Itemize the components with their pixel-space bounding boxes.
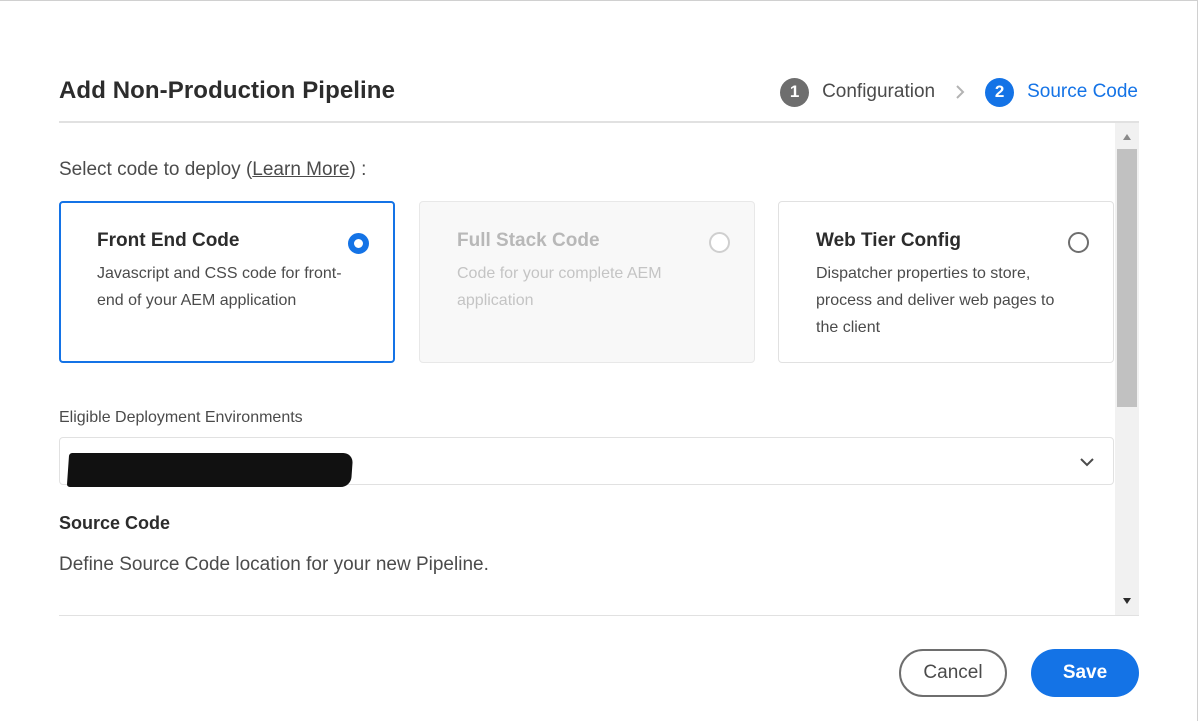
option-card-front-end[interactable]: Front End Code Javascript and CSS code f…: [59, 201, 395, 363]
step-indicator: 1 Configuration 2 Source Code: [780, 77, 1138, 107]
option-description: Code for your complete AEM application: [457, 265, 662, 309]
select-code-label: Select code to deploy (Learn More) :: [59, 159, 366, 181]
step-configuration[interactable]: 1 Configuration: [780, 77, 936, 107]
step-source-code[interactable]: 2 Source Code: [985, 77, 1138, 107]
radio-button-selected[interactable]: [348, 233, 369, 254]
scrollbar-thumb[interactable]: [1117, 149, 1137, 407]
triangle-up-icon[interactable]: [1115, 125, 1139, 149]
cancel-button[interactable]: Cancel: [899, 649, 1007, 697]
pipeline-dialog: Add Non-Production Pipeline 1 Configurat…: [0, 0, 1198, 721]
option-description: Javascript and CSS code for front-end of…: [97, 265, 342, 309]
triangle-down-icon[interactable]: [1115, 589, 1139, 613]
save-button[interactable]: Save: [1031, 649, 1139, 697]
option-card-full-stack: Full Stack Code Code for your complete A…: [419, 201, 755, 363]
environments-label: Eligible Deployment Environments: [59, 409, 303, 426]
step-number-2: 2: [985, 77, 1015, 107]
option-title: Front End Code: [97, 230, 240, 251]
source-code-description: Define Source Code location for your new…: [59, 554, 489, 575]
vertical-scrollbar[interactable]: [1115, 123, 1139, 615]
radio-button-disabled: [709, 232, 730, 253]
dialog-content: Select code to deploy (Learn More) : Fro…: [59, 123, 1115, 615]
option-card-web-tier[interactable]: Web Tier Config Dispatcher properties to…: [778, 201, 1114, 363]
code-type-options: Front End Code Javascript and CSS code f…: [59, 201, 1115, 363]
dialog-title: Add Non-Production Pipeline: [59, 77, 396, 104]
chevron-down-icon: [1077, 452, 1097, 472]
chevron-right-icon: [955, 84, 965, 100]
step-number-1: 1: [780, 77, 810, 107]
option-title: Web Tier Config: [816, 230, 961, 251]
radio-button-unselected[interactable]: [1068, 232, 1089, 253]
select-code-prefix: Select code to deploy: [59, 159, 241, 180]
redaction-mark: [66, 453, 354, 487]
learn-more-link[interactable]: Learn More: [252, 159, 349, 180]
source-code-heading: Source Code: [59, 513, 171, 533]
step-label-configuration: Configuration: [822, 81, 936, 102]
option-title: Full Stack Code: [457, 230, 600, 251]
select-code-suffix: ) :: [349, 159, 367, 180]
option-description: Dispatcher properties to store, process …: [816, 265, 1055, 336]
step-label-source-code: Source Code: [1027, 81, 1138, 102]
environments-dropdown[interactable]: [59, 437, 1114, 487]
footer-divider: [59, 615, 1139, 616]
